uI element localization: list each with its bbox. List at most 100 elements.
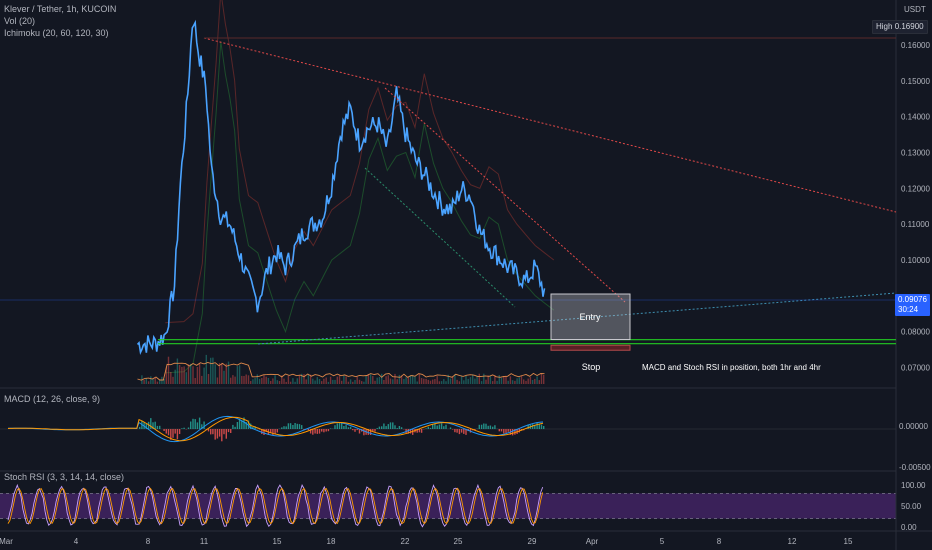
macd-histogram-bar [203,421,205,429]
stoch-pane[interactable] [0,483,896,528]
volume-bar [252,379,254,384]
macd-histogram-bar [232,424,234,429]
price-tick-label: 0.14000 [901,113,930,122]
macd-histogram-bar [196,422,199,429]
macd-histogram-bar [429,427,432,429]
volume-bar [176,358,179,384]
volume-bar [516,378,518,384]
macd-histogram-bar [230,429,232,433]
volume-bar [465,375,467,384]
volume-bar [374,380,376,384]
volume-bar [345,376,347,384]
volume-bar [261,378,263,384]
ichimoku-legend[interactable]: Ichimoku (20, 60, 120, 30) [4,28,109,39]
macd-histogram-bar [214,429,216,440]
stop-zone-box[interactable] [550,344,631,351]
volume-legend[interactable]: Vol (20) [4,16,35,27]
channel-lower-line[interactable] [364,167,516,308]
volume-bar [405,377,407,384]
volume-bar [334,379,336,384]
macd-tick-label: 0.00000 [899,422,928,431]
macd-histogram-bar [454,429,456,433]
volume-bar [212,357,214,384]
volume-bar [458,381,461,384]
stoch-tick-label: 50.00 [901,502,922,511]
volume-bar [156,381,159,384]
volume-bar [507,380,509,384]
macd-histogram-bar [316,429,318,434]
descending-trendline[interactable] [203,37,897,213]
macd-histogram-bar [500,429,503,432]
volume-bar [196,367,199,384]
macd-histogram-bar [183,427,185,429]
macd-histogram-bar [194,419,196,429]
volume-bar [416,381,418,384]
macd-histogram-bar [494,425,496,429]
macd-histogram-bar [483,423,485,429]
volume-bar [358,379,361,384]
macd-pane[interactable] [0,415,896,443]
time-tick-label: 12 [788,537,797,546]
volume-bar [478,373,480,384]
volume-bar [263,375,265,384]
macd-histogram-bar [192,418,194,429]
volume-bar [305,379,307,384]
time-tick-label: 29 [528,537,537,546]
macd-histogram-bar [296,423,298,429]
stoch-rsi-legend[interactable]: Stoch RSI (3, 3, 14, 14, close) [4,472,124,483]
macd-legend[interactable]: MACD (12, 26, close, 9) [4,394,100,405]
high-value: 0.16900 [894,22,924,31]
macd-histogram-bar [385,426,387,429]
volume-bar [531,380,534,384]
macd-histogram-bar [398,426,401,429]
macd-histogram-bar [225,429,227,439]
volume-bar [505,375,507,384]
volume-bar [154,377,156,384]
macd-histogram-bar [176,429,179,440]
trading-chart[interactable]: 0.16000 0.15000 0.14000 0.13000 0.12000 0.110… [0,0,932,550]
macd-histogram-bar [325,429,327,432]
volume-bar [354,380,356,384]
volume-bar [498,375,500,384]
last-price-tag: 0.09076 30:24 [895,294,930,316]
macd-histogram-bar [336,423,338,429]
price-tick-label: 0.16000 [901,41,930,50]
volume-bar [150,376,152,384]
volume-bar [514,380,516,384]
macd-histogram-bar [389,422,392,429]
volume-bar [258,378,261,384]
macd-histogram-bar [356,429,358,431]
macd-histogram-bar [369,429,372,435]
volume-bar [201,375,203,384]
macd-histogram-bar [287,423,290,429]
volume-bar [145,378,147,384]
macd-histogram-bar [507,429,509,432]
volume-bar [183,366,185,384]
volume-bar [356,376,358,384]
volume-bar [243,376,245,384]
drawings[interactable]: Entry Stop MACD and Stoch RSI in position,… [0,37,897,372]
macd-histogram-bar [314,429,316,434]
macd-histogram-bar [285,426,287,429]
macd-histogram-bar [440,423,443,429]
volume-bar [394,373,396,384]
macd-histogram-bar [298,424,301,429]
channel-upper-line[interactable] [384,87,626,303]
volume-bar [338,374,341,384]
volume-bar [540,373,543,384]
macd-histogram-bar [334,425,336,429]
volume-bar [218,363,221,384]
volume-bar [341,380,343,384]
time-tick-label: 8 [717,537,722,546]
price-pane[interactable] [136,0,555,374]
volume-bar [294,381,296,384]
stoch-tick-label: 100.00 [901,481,926,490]
symbol-title[interactable]: Klever / Tether, 1h, KUCOIN [4,4,116,15]
volume-bar [456,379,458,384]
macd-histogram-bar [540,424,543,429]
macd-histogram-bar [159,425,161,429]
stop-label: Stop [582,362,601,372]
macd-histogram-bar [487,425,489,429]
macd-histogram-bar [511,429,514,436]
macd-histogram-bar [536,422,538,429]
